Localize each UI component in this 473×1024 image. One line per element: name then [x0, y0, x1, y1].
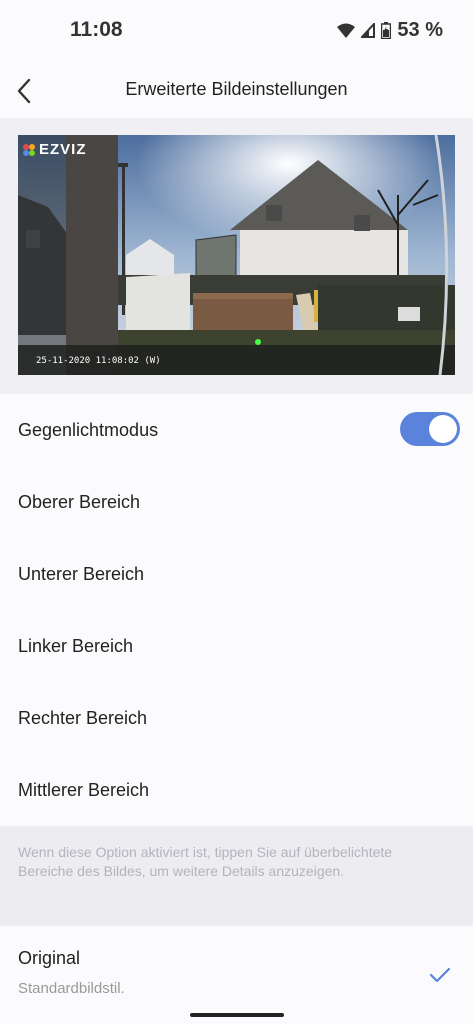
page-title: Erweiterte Bildeinstellungen [125, 79, 348, 99]
area-option-lower[interactable]: Unterer Bereich [0, 538, 473, 610]
signal-icon [361, 23, 376, 38]
status-bar: 11:08 53 % [0, 0, 473, 64]
checkmark-icon [429, 967, 451, 983]
area-label: Mittlerer Bereich [18, 780, 150, 800]
area-label: Oberer Bereich [18, 492, 141, 512]
logo-text: EZVIZ [39, 141, 87, 158]
header: Erweiterte Bildeinstellungen [0, 64, 473, 118]
status-icons: 53 % [337, 19, 443, 42]
area-label: Unterer Bereich [18, 564, 145, 584]
battery-icon [381, 22, 392, 39]
camera-image [18, 135, 455, 375]
style-option-original[interactable]: Original Standardbildstil. [0, 926, 473, 1024]
battery-percent: 53 % [397, 19, 443, 41]
style-option-title: Original [18, 948, 81, 968]
area-label: Linker Bereich [18, 636, 134, 656]
hint-text: Wenn diese Option aktiviert ist, tippen … [18, 844, 393, 879]
ezviz-logo-mark [23, 143, 35, 156]
backlight-mode-row[interactable]: Gegenlichtmodus [0, 394, 473, 466]
camera-preview[interactable]: EZVIZ 25-11-2020 11:08:02 (W) [18, 135, 455, 375]
area-option-left[interactable]: Linker Bereich [0, 610, 473, 682]
toggle-knob [429, 415, 457, 443]
ezviz-logo: EZVIZ [22, 141, 87, 158]
area-label: Rechter Bereich [18, 708, 148, 728]
backlight-mode-toggle[interactable] [400, 412, 460, 446]
area-option-right[interactable]: Rechter Bereich [0, 682, 473, 754]
home-indicator[interactable] [190, 1013, 284, 1017]
area-option-center[interactable]: Mittlerer Bereich [0, 754, 473, 826]
style-option-subtitle: Standardbildstil. [18, 980, 125, 997]
status-time: 11:08 [70, 18, 123, 41]
wifi-icon [337, 23, 356, 38]
settings-list: Gegenlichtmodus Oberer Bereich Unterer B… [0, 394, 473, 826]
backlight-mode-label: Gegenlichtmodus [18, 420, 159, 440]
area-option-upper[interactable]: Oberer Bereich [0, 466, 473, 538]
backlight-hint: Wenn diese Option aktiviert ist, tippen … [0, 826, 473, 926]
preview-container: EZVIZ 25-11-2020 11:08:02 (W) [0, 118, 473, 392]
video-timestamp: 25-11-2020 11:08:02 (W) [36, 356, 161, 366]
